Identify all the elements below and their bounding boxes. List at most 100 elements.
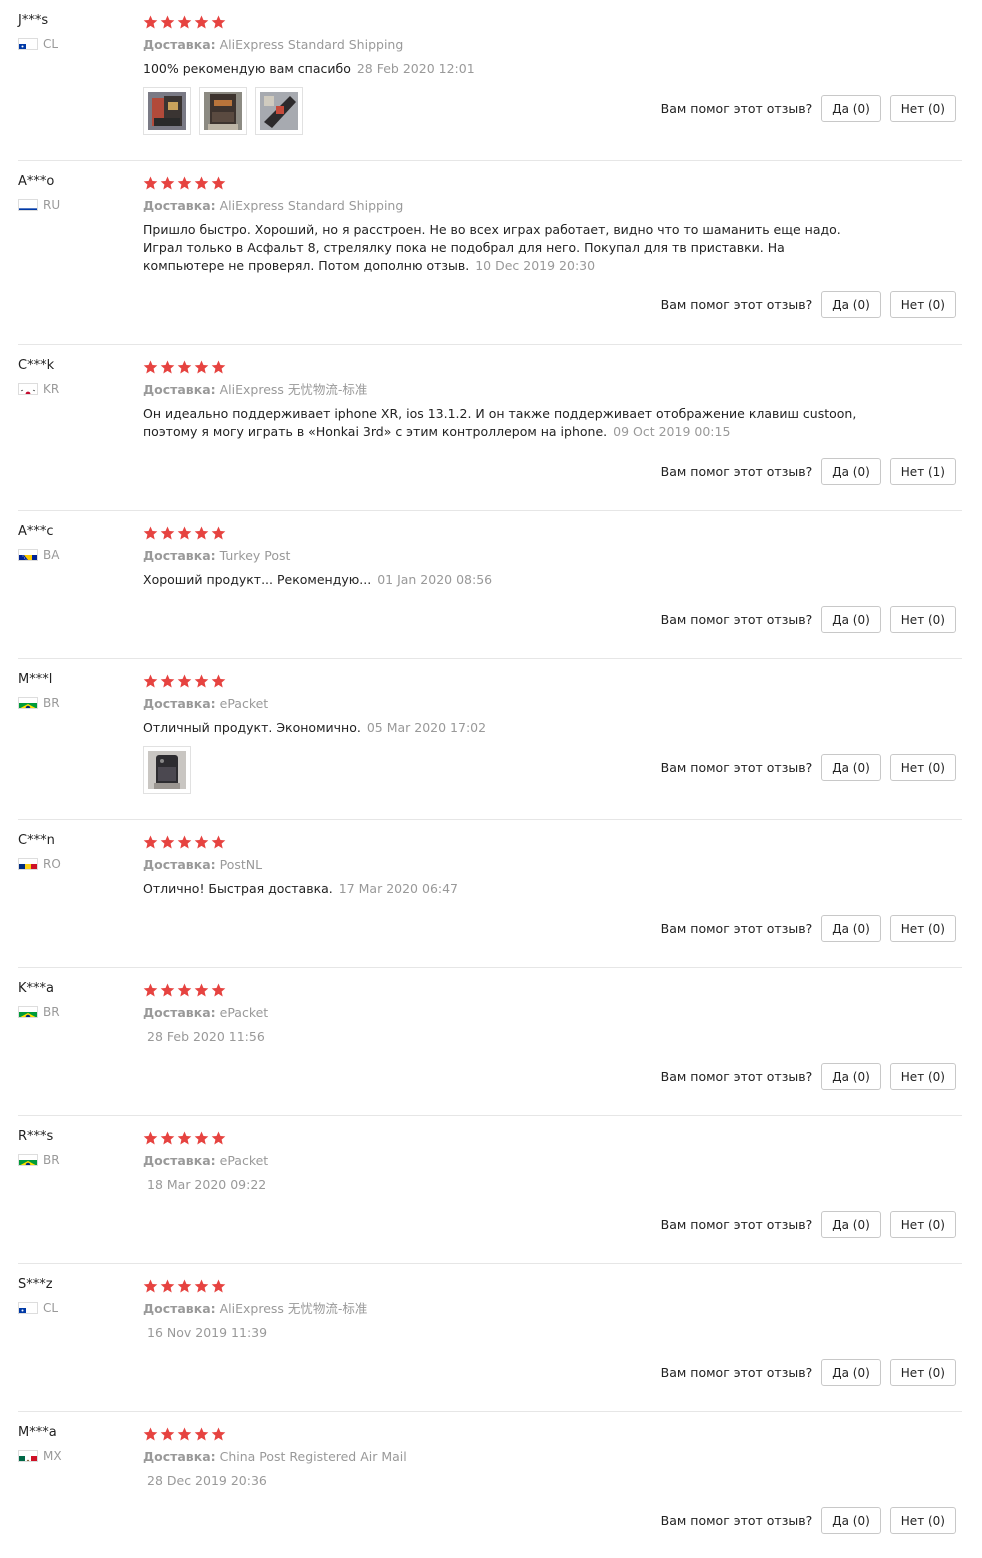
review-item: A***c BA Доставка: Turkey Post Хороший прод… xyxy=(18,511,962,659)
helpful-vote: Вам помог этот отзыв? Да (0) Нет (1) xyxy=(661,458,956,485)
reviewer-info: C***n RO xyxy=(18,832,138,871)
shipping-label: Доставка: xyxy=(143,382,216,397)
review-content: Доставка: ePacket 18 Mar 2020 09:22 xyxy=(143,1130,863,1194)
helpful-vote: Вам помог этот отзыв? Да (0) Нет (0) xyxy=(661,754,956,781)
shipping-method: Turkey Post xyxy=(219,548,291,563)
shipping-label: Доставка: xyxy=(143,1449,216,1464)
helpful-vote: Вам помог этот отзыв? Да (0) Нет (0) xyxy=(661,915,956,942)
shipping-info: Доставка: AliExpress Standard Shipping xyxy=(143,197,863,215)
star-icon xyxy=(194,360,209,374)
helpful-vote: Вам помог этот отзыв? Да (0) Нет (0) xyxy=(661,606,956,633)
review-text: 16 Nov 2019 11:39 xyxy=(143,1324,863,1342)
reviewer-info: M***a MX xyxy=(18,1424,138,1463)
star-icon xyxy=(177,360,192,374)
shipping-method: PostNL xyxy=(219,857,263,872)
helpful-no-button[interactable]: Нет (0) xyxy=(889,754,956,781)
star-icon xyxy=(194,1427,209,1441)
review-content: Доставка: AliExpress Standard Shipping Пр… xyxy=(143,175,863,275)
star-rating xyxy=(143,14,863,29)
star-icon xyxy=(194,1131,209,1145)
helpful-yes-button[interactable]: Да (0) xyxy=(821,1507,881,1534)
review-photo-thumbnail[interactable] xyxy=(143,746,191,794)
flag-ru-icon xyxy=(18,199,38,211)
review-photo-thumbnail[interactable] xyxy=(255,87,303,135)
country-code: BR xyxy=(43,1005,60,1019)
review-text: Отлично! Быстрая доставка. 17 Mar 2020 06… xyxy=(143,880,863,898)
flag-mx-icon xyxy=(18,1450,38,1462)
helpful-no-button[interactable]: Нет (0) xyxy=(889,915,956,942)
reviewer-country: MX xyxy=(18,1449,138,1463)
helpful-yes-button[interactable]: Да (0) xyxy=(821,95,881,122)
helpful-yes-button[interactable]: Да (0) xyxy=(821,1359,881,1386)
reviewer-info: K***a BR xyxy=(18,980,138,1019)
reviewer-country: BR xyxy=(18,696,138,710)
helpful-vote: Вам помог этот отзыв? Да (0) Нет (0) xyxy=(661,1359,956,1386)
review-photo-thumbnail[interactable] xyxy=(199,87,247,135)
country-code: MX xyxy=(43,1449,62,1463)
review-content: Доставка: ePacket 28 Feb 2020 11:56 xyxy=(143,982,863,1046)
shipping-label: Доставка: xyxy=(143,198,216,213)
reviewer-country: BA xyxy=(18,548,138,562)
helpful-question: Вам помог этот отзыв? xyxy=(660,1365,813,1380)
review-body: Он идеально поддерживает iphone XR, ios … xyxy=(143,406,857,439)
star-icon xyxy=(143,1427,158,1441)
star-icon xyxy=(143,176,158,190)
review-photo-thumbnail[interactable] xyxy=(143,87,191,135)
helpful-question: Вам помог этот отзыв? xyxy=(660,464,813,479)
review-date: 09 Oct 2019 00:15 xyxy=(613,424,731,439)
helpful-no-button[interactable]: Нет (0) xyxy=(889,95,956,122)
star-icon xyxy=(194,15,209,29)
helpful-vote: Вам помог этот отзыв? Да (0) Нет (0) xyxy=(661,1507,956,1534)
shipping-label: Доставка: xyxy=(143,1301,216,1316)
reviewer-country: CL xyxy=(18,37,138,51)
star-icon xyxy=(177,983,192,997)
review-item: K***a BR Доставка: ePacket 28 Feb 2020 11:5… xyxy=(18,968,962,1116)
helpful-no-button[interactable]: Нет (0) xyxy=(889,1507,956,1534)
reviewer-name: M***a xyxy=(18,1425,57,1440)
shipping-info: Доставка: China Post Registered Air Mail xyxy=(143,1448,863,1466)
helpful-yes-button[interactable]: Да (0) xyxy=(821,1063,881,1090)
helpful-no-button[interactable]: Нет (0) xyxy=(889,1359,956,1386)
star-icon xyxy=(177,526,192,540)
helpful-yes-button[interactable]: Да (0) xyxy=(821,1211,881,1238)
review-content: Доставка: Turkey Post Хороший продукт... … xyxy=(143,525,863,589)
star-rating xyxy=(143,1130,863,1145)
helpful-yes-button[interactable]: Да (0) xyxy=(821,606,881,633)
shipping-info: Доставка: Turkey Post xyxy=(143,547,863,565)
helpful-vote: Вам помог этот отзыв? Да (0) Нет (0) xyxy=(661,291,956,318)
reviewer-info: M***l BR xyxy=(18,671,138,710)
flag-cl-icon xyxy=(18,38,38,50)
helpful-yes-button[interactable]: Да (0) xyxy=(821,915,881,942)
review-content: Доставка: AliExpress 无忧物流-标准 16 Nov 2019 … xyxy=(143,1278,863,1342)
star-icon xyxy=(143,983,158,997)
review-body: Отличный продукт. Экономично. xyxy=(143,720,361,735)
review-item: S***z CL Доставка: AliExpress 无忧物流-标准 16 No… xyxy=(18,1264,962,1412)
helpful-yes-button[interactable]: Да (0) xyxy=(821,291,881,318)
shipping-label: Доставка: xyxy=(143,696,216,711)
review-text: Хороший продукт... Рекомендую... 01 Jan 2… xyxy=(143,571,863,589)
shipping-info: Доставка: AliExpress 无忧物流-标准 xyxy=(143,381,863,399)
review-item: M***l BR Доставка: ePacket Отличный продукт… xyxy=(18,659,962,820)
reviewer-name: R***s xyxy=(18,1129,54,1144)
helpful-no-button[interactable]: Нет (0) xyxy=(889,1063,956,1090)
helpful-no-button[interactable]: Нет (0) xyxy=(889,1211,956,1238)
flag-ro-icon xyxy=(18,858,38,870)
flag-br-icon xyxy=(18,1006,38,1018)
country-code: RO xyxy=(43,857,61,871)
shipping-method: AliExpress 无忧物流-标准 xyxy=(219,382,368,397)
country-code: CL xyxy=(43,37,59,51)
reviewer-info: A***o RU xyxy=(18,173,138,212)
star-rating xyxy=(143,359,863,374)
reviewer-name: C***k xyxy=(18,358,55,373)
country-code: RU xyxy=(43,198,61,212)
reviewer-info: J***s CL xyxy=(18,12,138,51)
star-icon xyxy=(211,1279,226,1293)
shipping-info: Доставка: ePacket xyxy=(143,695,863,713)
helpful-question: Вам помог этот отзыв? xyxy=(660,1069,813,1084)
helpful-no-button[interactable]: Нет (0) xyxy=(889,291,956,318)
star-icon xyxy=(194,674,209,688)
helpful-no-button[interactable]: Нет (0) xyxy=(889,606,956,633)
helpful-no-button[interactable]: Нет (1) xyxy=(889,458,956,485)
helpful-yes-button[interactable]: Да (0) xyxy=(821,458,881,485)
helpful-yes-button[interactable]: Да (0) xyxy=(821,754,881,781)
